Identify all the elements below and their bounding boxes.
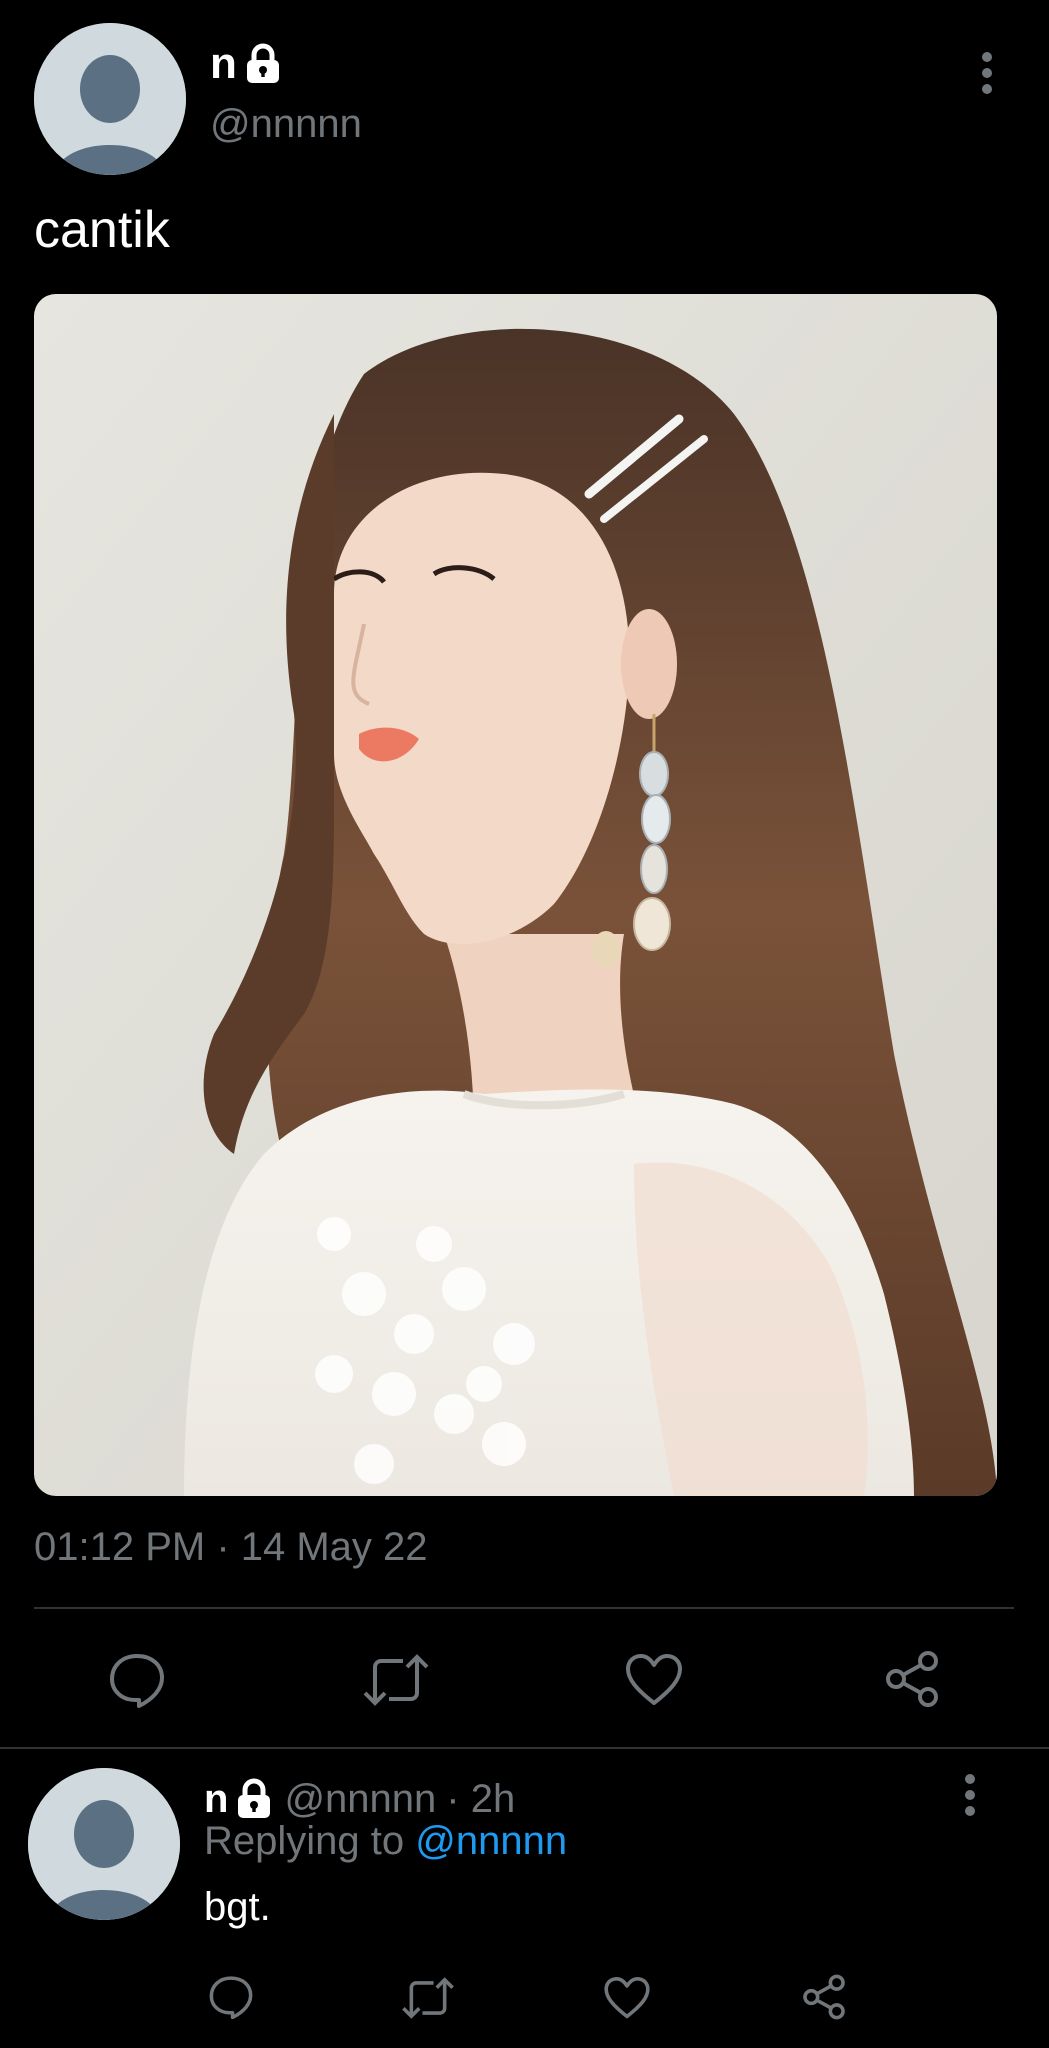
- reply-author-display-name[interactable]: n: [204, 1777, 228, 1822]
- lock-icon: [245, 43, 281, 85]
- reply-icon[interactable]: [108, 1652, 166, 1708]
- tweet-timestamp[interactable]: 01:12 PM · 14 May 22: [34, 1525, 428, 1570]
- retweet-icon[interactable]: [361, 1651, 431, 1709]
- divider: [0, 1747, 1049, 1749]
- author-display-name[interactable]: n: [210, 39, 237, 89]
- tweet-photo[interactable]: [34, 294, 997, 1496]
- author-name-row[interactable]: n: [210, 34, 281, 94]
- replying-to: Replying to @nnnnn: [204, 1819, 567, 1864]
- more-vertical-icon[interactable]: [970, 48, 1004, 98]
- replying-to-handle-link[interactable]: @nnnnn: [415, 1819, 567, 1863]
- reply-author-handle[interactable]: @nnnnn: [284, 1777, 436, 1822]
- reply-icon[interactable]: [208, 1975, 254, 2019]
- lock-icon: [236, 1778, 272, 1820]
- author-avatar[interactable]: [34, 23, 186, 175]
- divider: [34, 1607, 1014, 1609]
- heart-icon[interactable]: [624, 1653, 684, 1707]
- author-handle[interactable]: @nnnnn: [210, 102, 362, 147]
- share-icon[interactable]: [801, 1974, 847, 2020]
- heart-icon[interactable]: [603, 1976, 651, 2020]
- share-icon[interactable]: [883, 1650, 941, 1708]
- portrait-photo-image: [34, 294, 997, 1496]
- more-vertical-icon[interactable]: [953, 1770, 987, 1820]
- default-avatar-icon: [28, 1768, 180, 1920]
- reply-author-avatar[interactable]: [28, 1768, 180, 1920]
- retweet-icon[interactable]: [400, 1975, 456, 2021]
- replying-to-label: Replying to: [204, 1819, 405, 1863]
- reply-text: bgt.: [204, 1885, 271, 1929]
- default-avatar-icon: [34, 23, 186, 175]
- reply-time[interactable]: · 2h: [446, 1777, 515, 1822]
- tweet-text: cantik: [34, 201, 170, 259]
